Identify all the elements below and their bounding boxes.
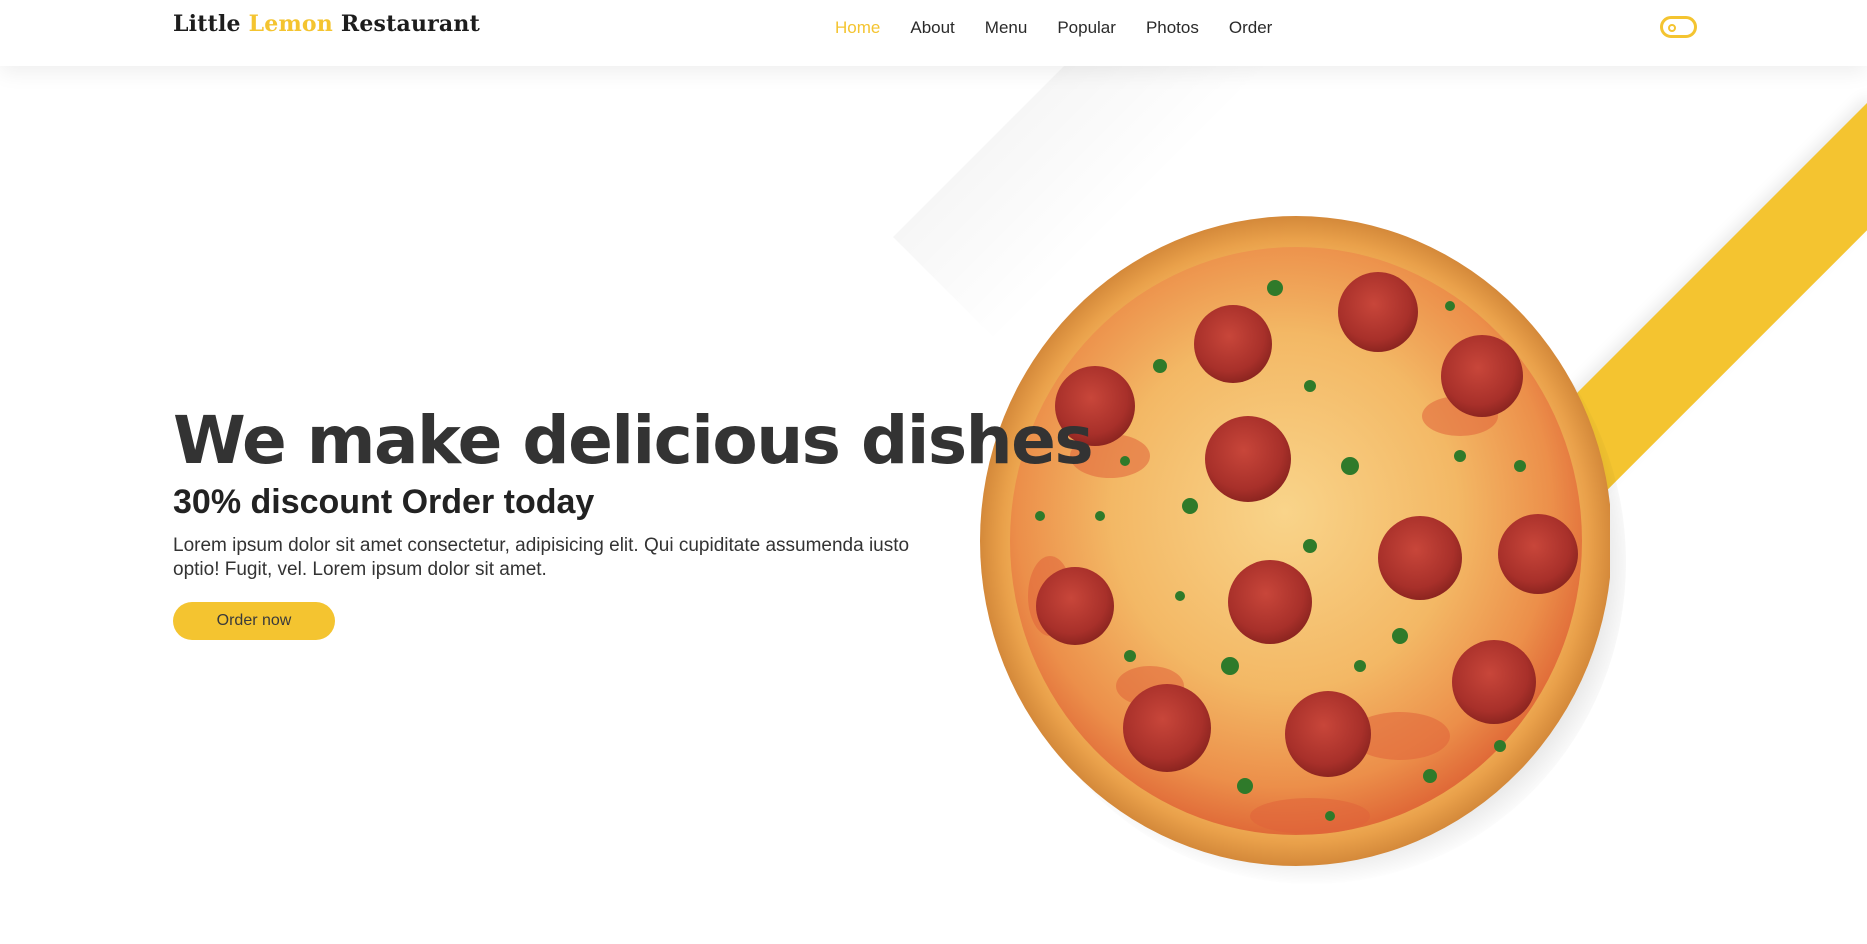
logo-text-little: Little [173, 11, 249, 37]
nav-link-photos[interactable]: Photos [1146, 18, 1199, 38]
logo-text-restaurant: Restaurant [333, 11, 480, 37]
hero-description: Lorem ipsum dolor sit amet consectetur, … [173, 535, 910, 580]
nav-link-popular[interactable]: Popular [1057, 18, 1116, 38]
theme-toggle-icon[interactable] [1660, 16, 1697, 38]
pizza-image [980, 216, 1626, 884]
nav-link-menu[interactable]: Menu [985, 18, 1028, 38]
pepperoni-pizza-image [980, 216, 1610, 866]
hero-title: We make delicious dishes [173, 402, 1094, 479]
nav-link-order[interactable]: Order [1229, 18, 1272, 38]
site-header: Little Lemon Restaurant Home About Menu … [0, 0, 1867, 66]
page: Little Lemon Restaurant Home About Menu … [0, 0, 1867, 944]
toggle-knob [1668, 24, 1676, 32]
main-nav: Home About Menu Popular Photos Order [835, 18, 1302, 38]
logo[interactable]: Little Lemon Restaurant [173, 11, 480, 37]
logo-text-lemon: Lemon [248, 11, 333, 37]
nav-link-home[interactable]: Home [835, 18, 880, 38]
hero-subtitle: 30% discount Order today [173, 483, 595, 521]
nav-link-about[interactable]: About [910, 18, 954, 38]
hero-section: We make delicious dishes 30% discount Or… [173, 400, 1094, 640]
order-now-button[interactable]: Order now [173, 602, 335, 640]
